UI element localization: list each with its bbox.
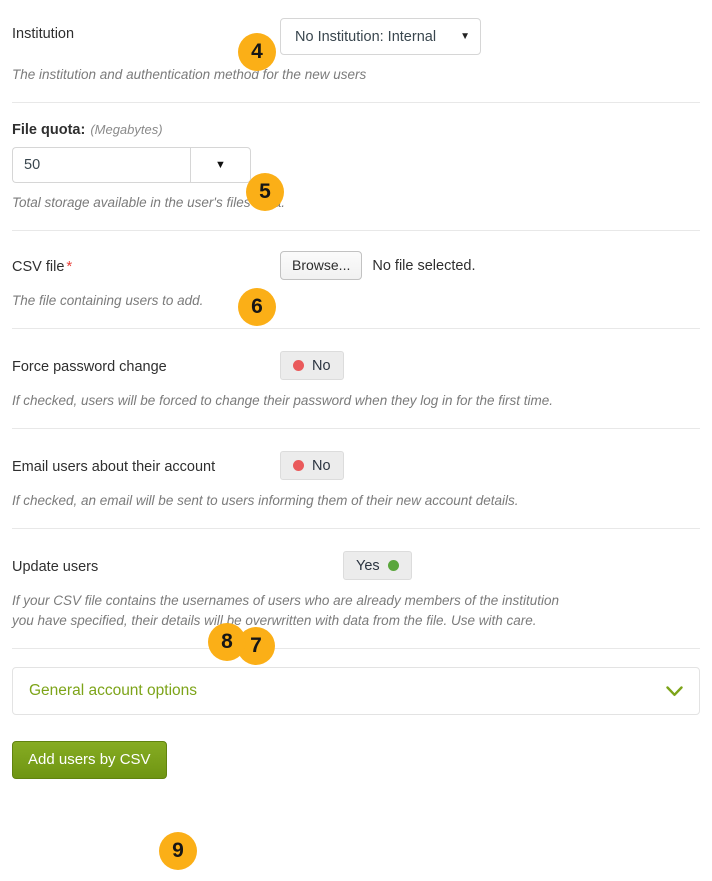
force-password-change-label: Force password change (12, 359, 167, 375)
general-account-options-accordion[interactable]: General account options (12, 667, 700, 715)
callout-badge-4: 4 (238, 33, 276, 71)
email-users-control: No (280, 451, 700, 480)
chevron-down-icon: ▼ (215, 159, 226, 171)
update-users-row: Update users Yes (12, 551, 700, 581)
email-users-label: Email users about their account (12, 459, 216, 475)
accordion-title: General account options (29, 682, 198, 699)
email-users-toggle[interactable]: No (280, 451, 344, 480)
update-users-value: Yes (356, 557, 380, 574)
institution-select-value: No Institution: Internal (295, 28, 437, 45)
force-password-change-toggle[interactable]: No (280, 351, 344, 380)
email-users-value: No (312, 457, 331, 474)
add-users-by-csv-form: Institution No Institution: Internal ▼ T… (0, 18, 712, 779)
file-quota-input[interactable]: 50 (12, 147, 190, 183)
force-password-change-row: Force password change No (12, 351, 700, 381)
chevron-down-icon (666, 683, 683, 700)
csv-file-field-row: CSV file * Browse... No file selected. (12, 251, 700, 281)
institution-control: No Institution: Internal ▼ (280, 18, 700, 55)
divider (12, 648, 700, 649)
file-quota-dropdown-toggle[interactable]: ▼ (190, 147, 251, 183)
divider (12, 528, 700, 529)
callout-badge-8: 8 (208, 623, 246, 661)
file-quota-label-wrap: File quota: (Megabytes) (12, 121, 700, 138)
divider (12, 428, 700, 429)
chevron-down-icon: ▼ (460, 30, 470, 42)
update-users-toggle[interactable]: Yes (343, 551, 412, 580)
file-quota-help-text: Total storage available in the user's fi… (12, 195, 285, 210)
divider (12, 328, 700, 329)
email-users-row: Email users about their account No (12, 451, 700, 481)
selected-file-name: No file selected. (372, 257, 476, 274)
callout-badge-5: 5 (246, 173, 284, 211)
csv-file-help-text: The file containing users to add. (12, 293, 204, 308)
institution-select[interactable]: No Institution: Internal ▼ (280, 18, 481, 55)
add-users-by-csv-button[interactable]: Add users by CSV (12, 741, 167, 779)
institution-label: Institution (12, 26, 75, 42)
callout-badge-9: 9 (159, 832, 197, 870)
divider (12, 230, 700, 231)
csv-file-label: CSV file * (12, 251, 280, 277)
force-password-change-value: No (312, 357, 331, 374)
csv-file-label-text: CSV file (12, 259, 65, 275)
force-password-change-control: No (280, 351, 700, 380)
browse-button[interactable]: Browse... (280, 251, 363, 280)
status-dot-icon (293, 360, 304, 371)
divider (12, 102, 700, 103)
csv-file-input[interactable]: Browse... No file selected. (280, 251, 476, 280)
form-actions: Add users by CSV (12, 715, 700, 779)
update-users-control: Yes (280, 551, 700, 580)
status-dot-icon (293, 460, 304, 471)
file-quota-label: File quota: (12, 122, 86, 138)
csv-file-control: Browse... No file selected. (280, 251, 700, 280)
institution-field-row: Institution No Institution: Internal ▼ (12, 18, 700, 55)
status-dot-icon (387, 560, 399, 571)
file-quota-input-group: 50 ▼ (12, 147, 251, 183)
required-indicator: * (66, 258, 73, 275)
email-users-help-text: If checked, an email will be sent to use… (12, 493, 519, 508)
force-password-change-help-text: If checked, users will be forced to chan… (12, 393, 554, 408)
update-users-help-text: If your CSV file contains the usernames … (12, 593, 560, 628)
file-quota-field: File quota: (Megabytes) 50 ▼ (12, 121, 700, 183)
institution-help-text: The institution and authentication metho… (12, 67, 367, 82)
file-quota-unit: (Megabytes) (90, 122, 163, 137)
callout-badge-6: 6 (238, 288, 276, 326)
update-users-label: Update users (12, 559, 99, 575)
